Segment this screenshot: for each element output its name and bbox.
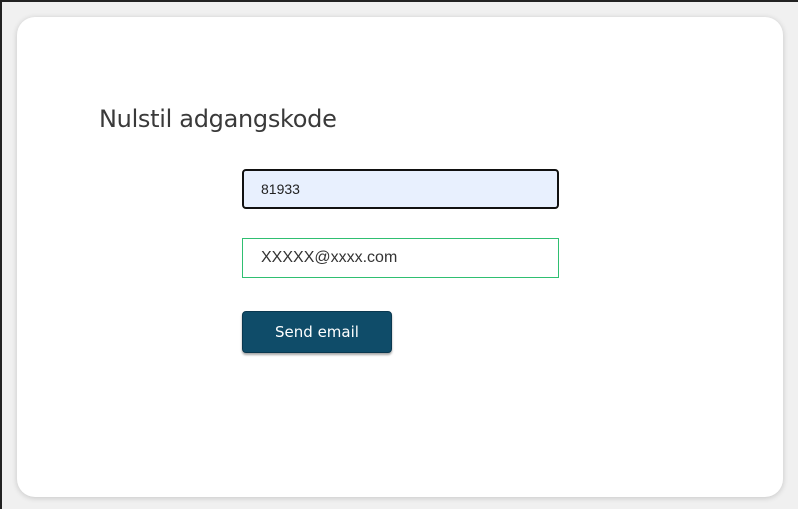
code-input[interactable] bbox=[242, 169, 559, 209]
send-email-button[interactable]: Send email bbox=[242, 311, 392, 353]
email-field[interactable] bbox=[242, 238, 559, 278]
page-title: Nulstil adgangskode bbox=[99, 105, 337, 133]
page-frame: Nulstil adgangskode Send email bbox=[0, 0, 798, 509]
reset-password-card: Nulstil adgangskode Send email bbox=[17, 17, 783, 497]
